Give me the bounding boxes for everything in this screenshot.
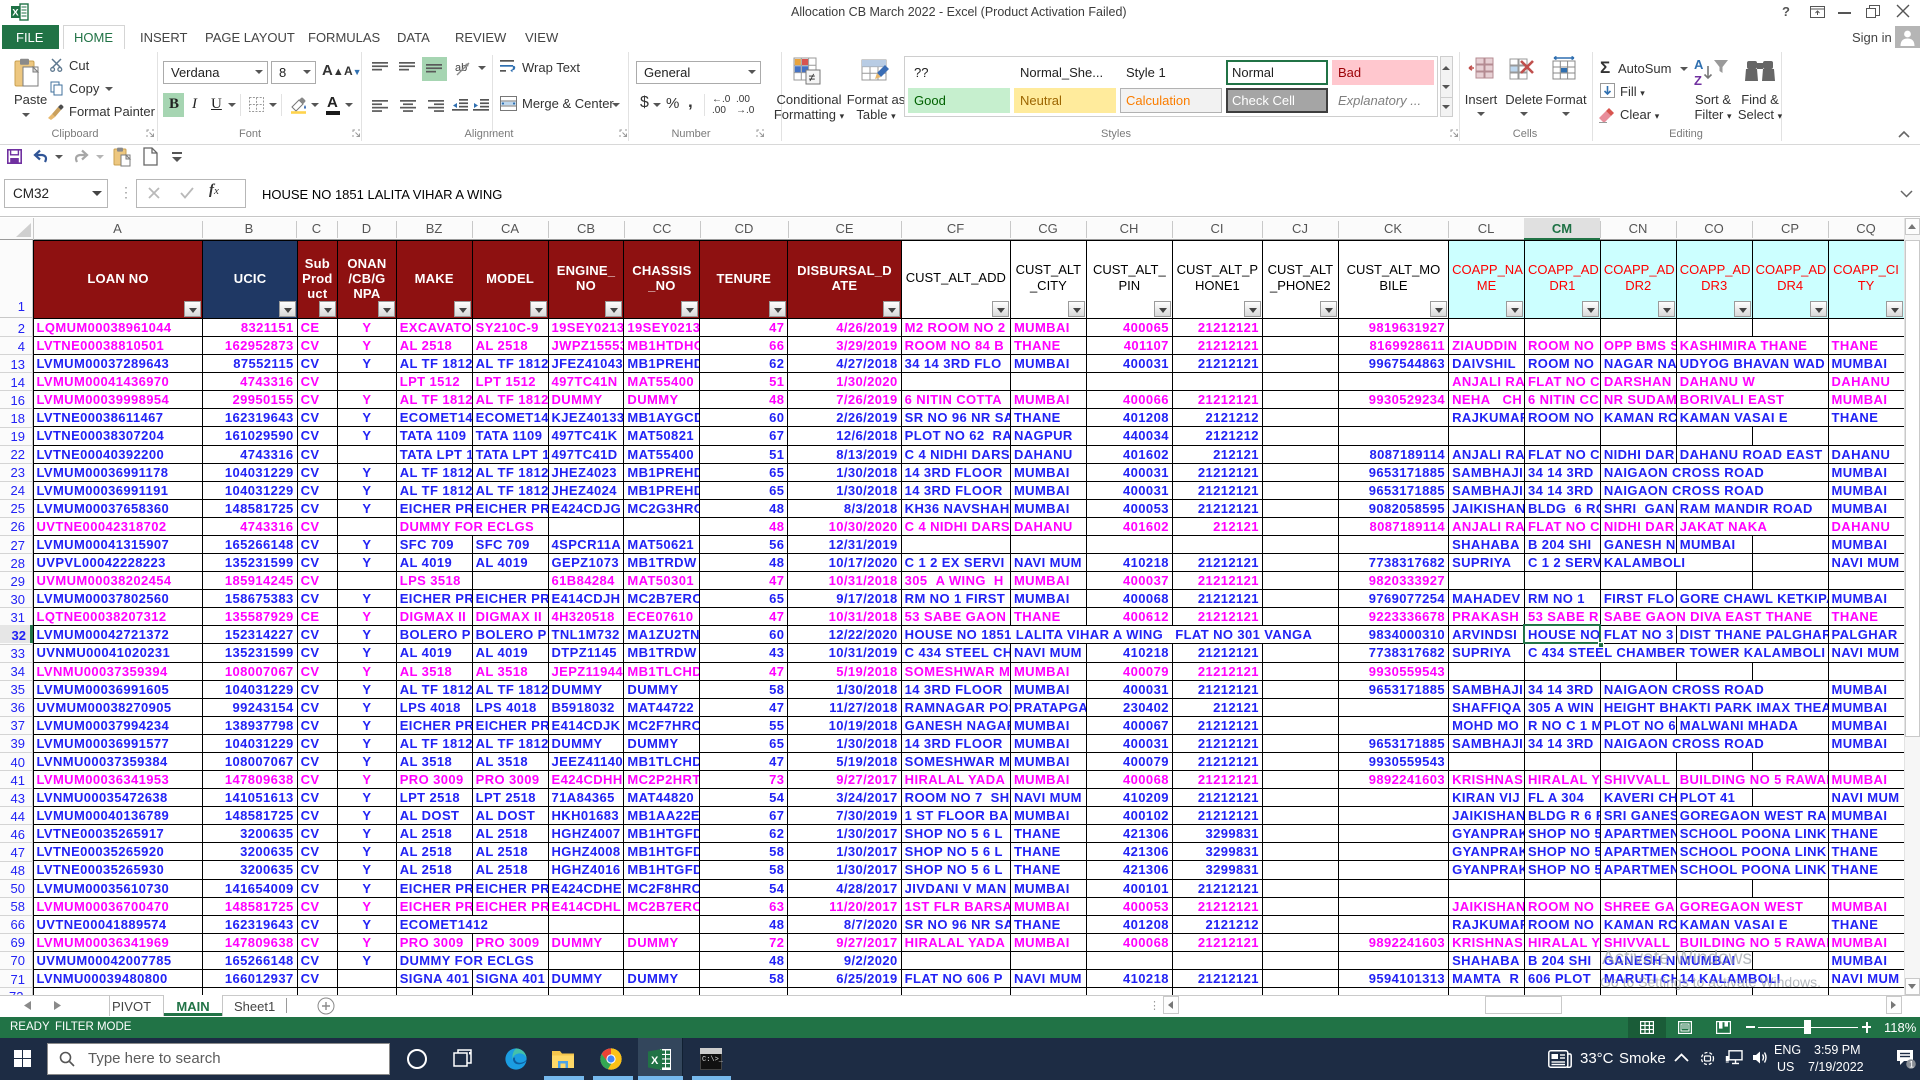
svg-text:A: A xyxy=(1694,57,1704,72)
svg-text:X: X xyxy=(12,8,19,19)
svg-text:X: X xyxy=(651,1055,659,1067)
svg-text:ab: ab xyxy=(455,62,467,74)
svg-text:Z: Z xyxy=(1694,73,1702,88)
svg-text:1: 1 xyxy=(1909,1059,1914,1069)
svg-text:≠: ≠ xyxy=(809,71,816,85)
